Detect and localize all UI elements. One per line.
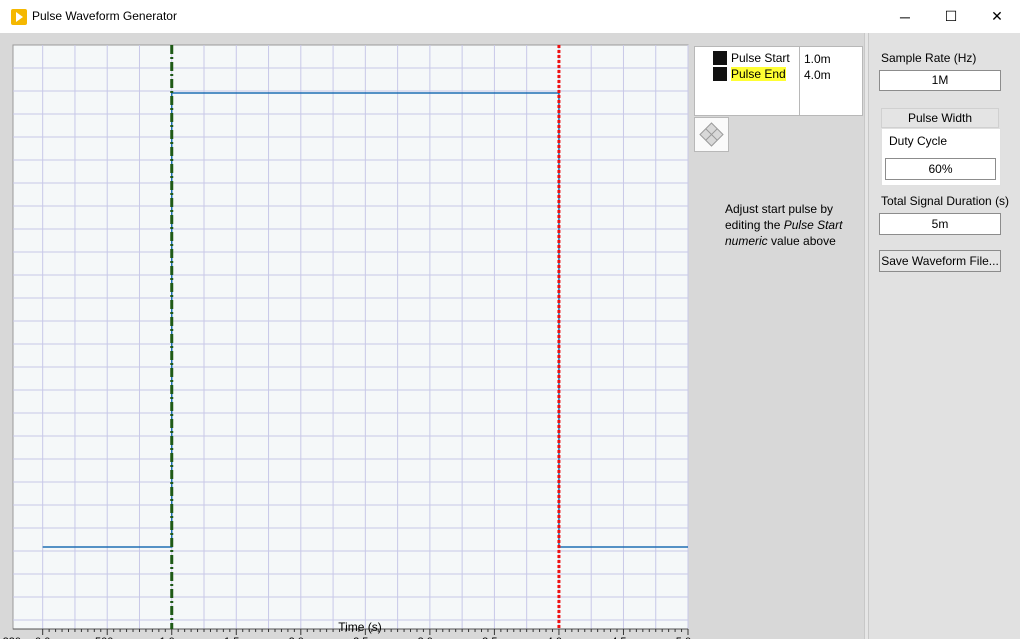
title-bar: Pulse Waveform Generator ─ ☐ ✕ (0, 0, 1020, 33)
sample-rate-field[interactable]: 1M (879, 70, 1001, 91)
cursor-move-icon[interactable] (694, 117, 729, 152)
note-line-2: editing the Pulse Start (725, 217, 855, 233)
legend-label-pulse-end: Pulse End (731, 66, 786, 81)
save-waveform-button[interactable]: Save Waveform File... (879, 250, 1001, 272)
note-line-3-suffix: value above (767, 234, 836, 248)
legend-value-pulse-end[interactable]: 4.0m (804, 67, 831, 83)
legend-row-pulse-end[interactable]: Pulse End (713, 66, 786, 81)
close-button[interactable]: ✕ (974, 0, 1020, 33)
note-line-2-prefix: editing the (725, 218, 784, 232)
total-duration-label: Total Signal Duration (s) (881, 194, 1010, 208)
cursor-start-swatch-icon (713, 50, 727, 65)
tab-duty-cycle-page: Duty Cycle 60% (881, 128, 1001, 186)
total-duration-field[interactable]: 5m (879, 213, 1001, 235)
note-line-3: numeric value above (725, 233, 855, 249)
legend-label-pulse-start: Pulse Start (731, 50, 790, 65)
tab-duty-cycle[interactable]: Duty Cycle (889, 134, 947, 148)
cursor-legend[interactable]: Pulse Start Pulse End 1.0m 4.0m (694, 46, 863, 116)
maximize-button[interactable]: ☐ (928, 0, 974, 33)
legend-row-pulse-start[interactable]: Pulse Start (713, 50, 790, 65)
sample-rate-label: Sample Rate (Hz) (881, 51, 977, 65)
duty-cycle-field[interactable]: 60% (885, 158, 996, 180)
legend-value-pulse-start[interactable]: 1.0m (804, 51, 831, 67)
pulse-tabs: Pulse Width Duty Cycle 60% (881, 108, 1001, 186)
window-title: Pulse Waveform Generator (32, 9, 177, 23)
cursor-end-swatch-icon (713, 66, 727, 81)
waveform-graph[interactable]: -230u0.0500u1.0m1.5m2.0m2.5m3.0m3.5m4.0m… (0, 33, 864, 639)
app-logo-icon (11, 9, 27, 25)
minimize-button[interactable]: ─ (882, 0, 928, 33)
instruction-note: Adjust start pulse by editing the Pulse … (725, 201, 855, 249)
note-line-3-emph: numeric (725, 234, 768, 248)
x-axis-label: Time (s) (338, 620, 382, 634)
plot-area (12, 44, 689, 630)
cursor-legend-values: 1.0m 4.0m (804, 51, 831, 83)
tab-pulse-width[interactable]: Pulse Width (881, 108, 999, 128)
note-line-2-emph: Pulse Start (783, 218, 843, 232)
note-line-1: Adjust start pulse by (725, 202, 834, 216)
cursor-legend-names: Pulse Start Pulse End (695, 47, 800, 115)
